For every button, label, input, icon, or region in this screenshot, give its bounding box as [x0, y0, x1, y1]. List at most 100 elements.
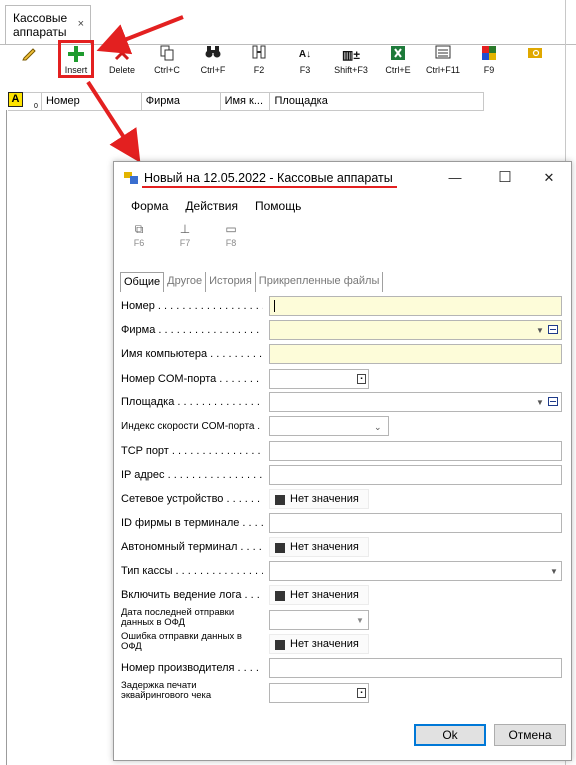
firm-select[interactable]: ▼: [269, 320, 562, 340]
print-delay-input[interactable]: ▪: [269, 683, 369, 703]
minimize-button[interactable]: —: [432, 162, 478, 194]
field-label: Включить ведение лога . . . . . . . . . …: [121, 589, 263, 601]
ofd-error-checkbox[interactable]: Нет значения: [269, 634, 369, 654]
tab-general[interactable]: Общие: [120, 272, 165, 292]
com-port-input[interactable]: ▪: [269, 369, 369, 389]
enable-log-checkbox[interactable]: Нет значения: [269, 585, 369, 605]
tab-close-icon[interactable]: ×: [78, 17, 84, 31]
last-ofd-date-input[interactable]: ▼: [269, 610, 369, 630]
menu-help[interactable]: Помощь: [255, 196, 301, 216]
grid-filter-flag[interactable]: A: [8, 92, 23, 107]
document-tab[interactable]: Кассовые аппараты ×: [5, 5, 91, 45]
standalone-terminal-checkbox[interactable]: Нет значения: [269, 537, 369, 557]
dropdown-arrow-icon[interactable]: ▼: [356, 616, 364, 625]
field-label: Дата последней отправки данных в ОФД: [121, 608, 235, 628]
terminal-firm-id-input[interactable]: [269, 513, 562, 533]
find-button[interactable]: Ctrl+F: [196, 45, 230, 81]
open-folder-button[interactable]: ▭ F8: [220, 220, 242, 248]
register-type-select[interactable]: ▼: [269, 561, 562, 581]
copy-button[interactable]: Ctrl+C: [150, 45, 184, 81]
dropdown-arrow-icon[interactable]: ▼: [550, 567, 558, 576]
field-row-com-port: Номер COM-порта . . . . . . . . . . . . …: [121, 369, 568, 391]
tab-attachments[interactable]: Прикрепленные файлы: [256, 272, 384, 292]
dialog-title: Новый на 12.05.2022 - Кассовые аппараты: [142, 171, 397, 188]
computer-name-input[interactable]: [269, 344, 562, 364]
cancel-button[interactable]: Отмена: [494, 724, 566, 746]
hierarchy-button[interactable]: ⊥ F7: [174, 220, 196, 248]
calculator-icon[interactable]: ▪: [357, 688, 366, 698]
dropdown-arrow-icon[interactable]: ▼: [536, 398, 544, 407]
dropdown-arrow-icon[interactable]: ▼: [536, 326, 544, 335]
tab-title: Кассовые аппараты: [13, 11, 68, 39]
field-label: Фирма . . . . . . . . . . . . . . . . . …: [121, 324, 263, 336]
edit-button[interactable]: [14, 45, 44, 81]
copy-doc-icon: ⧉: [134, 222, 144, 236]
filter-icon: ▥±: [342, 48, 360, 62]
ip-address-input[interactable]: [269, 465, 562, 485]
calculator-icon[interactable]: ▪: [357, 374, 366, 384]
grid-row-count: 0: [34, 103, 38, 110]
field-row-enable-log: Включить ведение лога . . . . . . . . . …: [121, 585, 568, 607]
color-button[interactable]: F9: [476, 45, 502, 81]
text-caret: [274, 300, 275, 312]
dialog-title-bar[interactable]: Новый на 12.05.2022 - Кассовые аппараты …: [114, 162, 571, 194]
ok-button[interactable]: Ok: [414, 724, 486, 746]
field-row-ip: IP адрес . . . . . . . . . . . . . . . .…: [121, 465, 568, 487]
field-label: Тип кассы . . . . . . . . . . . . . . . …: [121, 565, 263, 577]
grid-header: Номер Фирма Имя к... Площадка: [8, 92, 484, 111]
lookup-button-icon[interactable]: [548, 325, 558, 334]
insert-highlight-frame: [58, 40, 94, 78]
color-grid-icon: [476, 45, 502, 65]
field-row-firm: Фирма . . . . . . . . . . . . . . . . . …: [121, 320, 568, 342]
pencil-icon: [14, 45, 44, 65]
dialog-tabs: Общие Другое История Прикрепленные файлы: [120, 272, 384, 292]
field-label: IP адрес . . . . . . . . . . . . . . . .…: [121, 469, 263, 481]
chevron-down-icon[interactable]: ⌄: [374, 422, 382, 433]
column-header-number[interactable]: Номер: [42, 93, 142, 110]
field-row-register-type: Тип кассы . . . . . . . . . . . . . . . …: [121, 561, 568, 583]
field-row-computer: Имя компьютера . . . . . . . . . . . . .…: [121, 344, 568, 366]
field-row-standalone-terminal: Автономный терминал . . . . . . . . . . …: [121, 537, 568, 559]
columns-button[interactable]: F2: [246, 45, 272, 81]
export-excel-button[interactable]: Ctrl+E: [382, 45, 414, 81]
field-label: Номер COM-порта . . . . . . . . . . . . …: [121, 373, 263, 385]
tab-history[interactable]: История: [206, 272, 256, 292]
tcp-port-input[interactable]: [269, 441, 562, 461]
baud-index-select[interactable]: ⌄: [269, 416, 389, 436]
number-input[interactable]: [269, 296, 562, 316]
hierarchy-icon: ⊥: [179, 222, 191, 236]
manufacturer-number-input[interactable]: [269, 658, 562, 678]
close-button[interactable]: ✕: [526, 162, 572, 194]
search-folder-icon: [522, 45, 548, 65]
checkbox-indeterminate-icon: [275, 543, 285, 553]
dialog-menu-bar: Форма Действия Помощь: [114, 196, 571, 216]
field-row-baud-index: Индекс скорости COM-порта . . . . . . . …: [121, 416, 568, 438]
copy-doc-button[interactable]: ⧉ F6: [128, 220, 150, 248]
maximize-button[interactable]: ☐: [482, 162, 528, 194]
field-label: Автономный терминал . . . . . . . . . . …: [121, 541, 263, 553]
column-header-computer[interactable]: Имя к...: [221, 93, 271, 110]
column-header-site[interactable]: Площадка: [270, 93, 483, 110]
sort-button[interactable]: A↓ F3: [292, 45, 318, 81]
menu-form[interactable]: Форма: [131, 196, 168, 216]
delete-button[interactable]: Delete: [106, 45, 138, 81]
sort-icon: A↓: [298, 49, 312, 60]
delete-icon: [106, 45, 138, 65]
lookup-button-icon[interactable]: [548, 397, 558, 406]
field-row-last-ofd-date: Дата последней отправки данных в ОФД ▼: [121, 608, 568, 632]
tab-other[interactable]: Другое: [164, 272, 207, 292]
columns-icon: [246, 45, 272, 65]
column-header-firm[interactable]: Фирма: [142, 93, 221, 110]
dialog-toolbar: ⧉ F6 ⊥ F7 ▭ F8: [114, 220, 571, 254]
field-label: Индекс скорости COM-порта . . . . . . . …: [121, 421, 263, 432]
search-folder-button[interactable]: [522, 45, 548, 81]
site-select[interactable]: ▼: [269, 392, 562, 412]
filter-button[interactable]: ▥± Shift+F3: [330, 45, 372, 81]
field-label: ID фирмы в терминале . . . . . . . . . .…: [121, 517, 263, 529]
menu-actions[interactable]: Действия: [185, 196, 238, 216]
field-label: Площадка . . . . . . . . . . . . . . . .…: [121, 396, 263, 408]
open-folder-icon: ▭: [225, 222, 237, 236]
list-button[interactable]: Ctrl+F11: [422, 45, 464, 81]
checkbox-indeterminate-icon: [275, 591, 285, 601]
network-device-checkbox[interactable]: Нет значения: [269, 489, 369, 509]
